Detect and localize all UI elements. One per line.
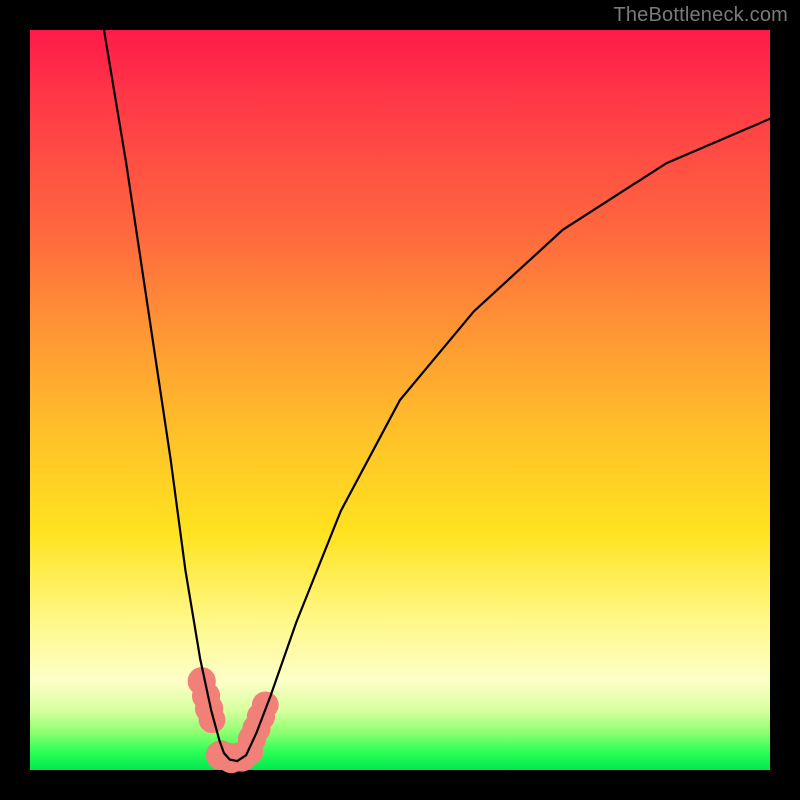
curve-right-branch	[237, 119, 770, 761]
chart-overlay	[30, 30, 770, 770]
watermark-text: TheBottleneck.com	[613, 4, 788, 27]
outer-frame: TheBottleneck.com	[0, 0, 800, 800]
bead-marker	[252, 692, 279, 719]
curve-left-branch	[104, 30, 237, 761]
bead-cluster	[188, 667, 279, 773]
